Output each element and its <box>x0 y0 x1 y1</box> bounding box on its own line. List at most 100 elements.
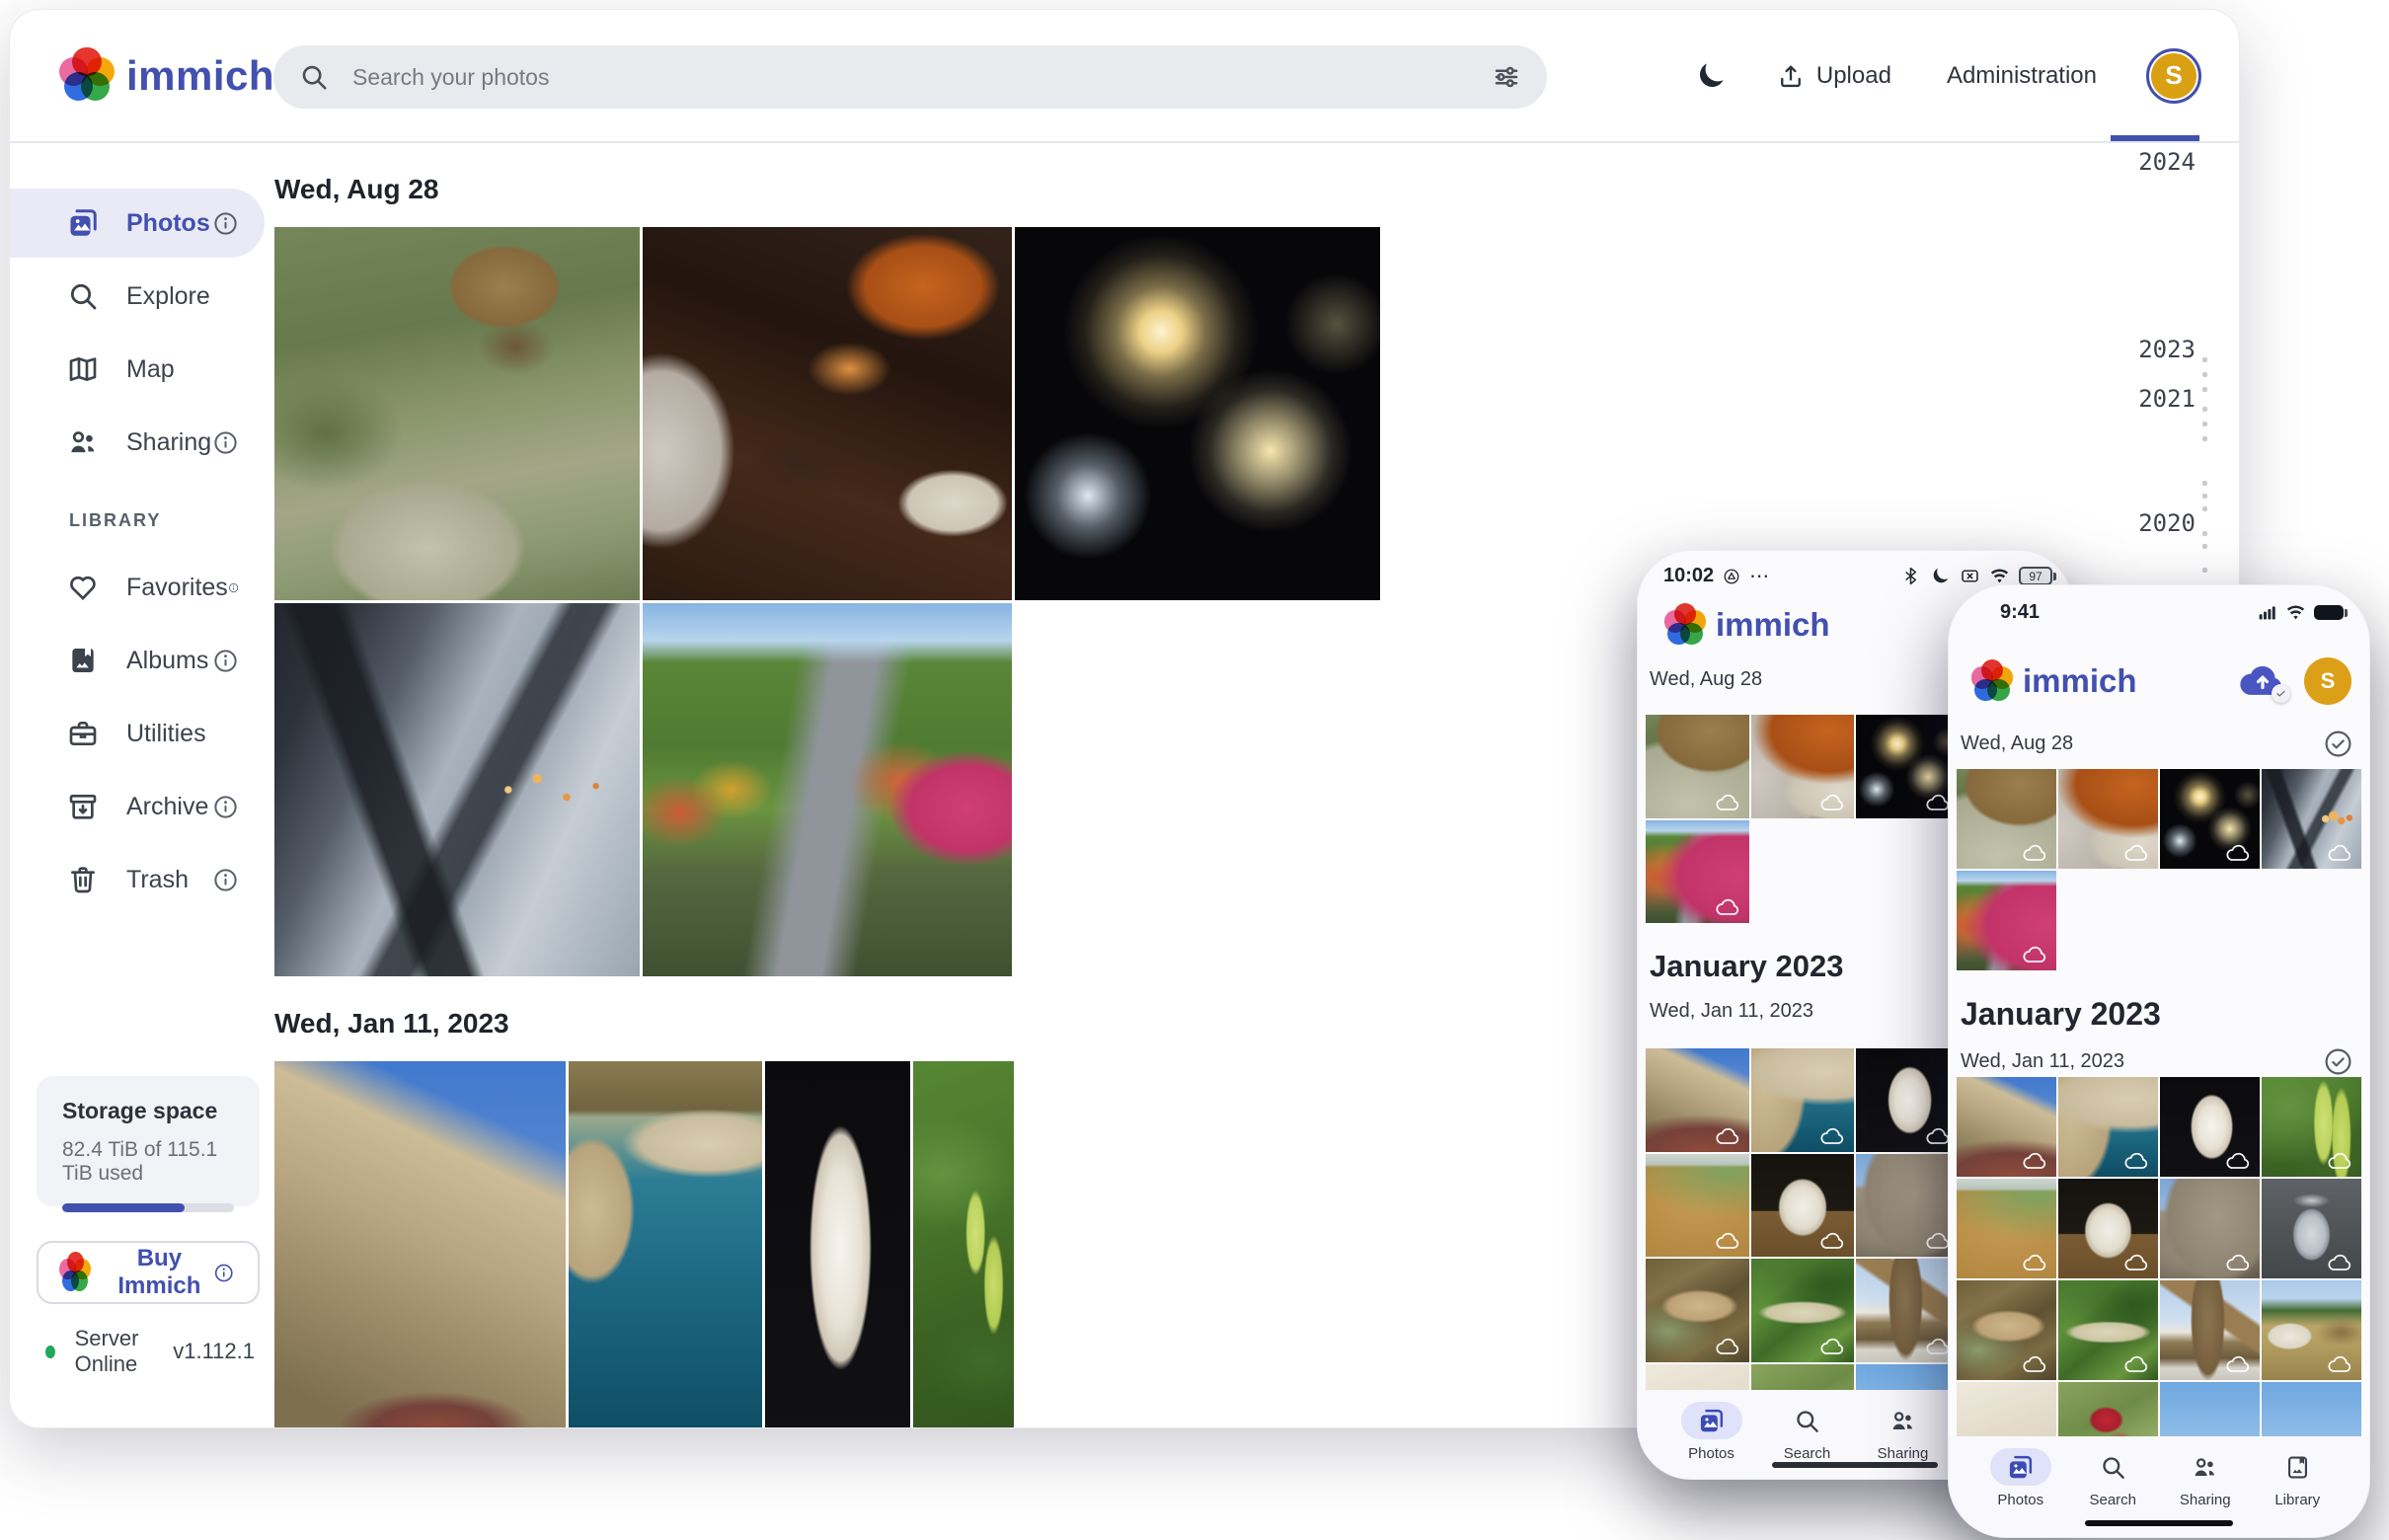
sidebar-item-trash[interactable]: Trash <box>10 845 265 914</box>
photo-sky[interactable] <box>2262 1382 2361 1440</box>
photo-bust[interactable] <box>765 1061 910 1427</box>
cloud-backup-icon <box>1819 1338 1846 1356</box>
sidebar-item-utilities[interactable]: Utilities <box>10 699 265 768</box>
scrubber-tick <box>2202 531 2207 536</box>
search-input[interactable]: Search your photos <box>273 45 1547 109</box>
photo-hands[interactable] <box>2262 769 2361 869</box>
select-all-check-icon[interactable] <box>2323 1046 2353 1077</box>
photo-ruins[interactable] <box>2160 1179 2260 1278</box>
photo-path[interactable] <box>643 603 1012 976</box>
photo-monkeys[interactable] <box>1646 715 1749 818</box>
tab-sharing[interactable]: Sharing <box>2175 1448 2236 1508</box>
priority-mode-icon <box>1723 568 1740 585</box>
photo-sculpture[interactable] <box>2058 1179 2158 1278</box>
administration-link[interactable]: Administration <box>1941 61 2103 91</box>
photo-fireworks[interactable] <box>2160 769 2260 869</box>
cell-signal-icon <box>2257 602 2277 623</box>
cloud-backup-icon <box>1819 1127 1846 1146</box>
buy-immich-button[interactable]: Buy Immich <box>37 1241 260 1304</box>
photo-trophy[interactable] <box>2262 1179 2361 1278</box>
photo-bay[interactable] <box>2058 1077 2158 1177</box>
photo-snake[interactable] <box>1751 1259 1855 1362</box>
photo-grid <box>1957 769 2361 970</box>
bluetooth-icon <box>1900 566 1921 586</box>
info-icon[interactable] <box>212 794 239 820</box>
library-tab-icon <box>2267 1448 2328 1486</box>
photo-lizard[interactable] <box>1957 1280 2056 1380</box>
photo-flowers[interactable] <box>2058 1382 2158 1440</box>
dark-mode-toggle-icon[interactable] <box>1694 59 1728 93</box>
info-icon[interactable] <box>212 867 239 893</box>
scrubber-tick <box>2202 544 2207 549</box>
photo-fortress[interactable] <box>1646 1048 1749 1152</box>
photo-dinner[interactable] <box>643 227 1012 600</box>
cloud-backup-icon <box>2225 844 2252 863</box>
tab-sharing[interactable]: Sharing <box>1873 1402 1934 1462</box>
photo-cliff[interactable] <box>1646 1154 1749 1258</box>
photo-cliff[interactable] <box>1957 1179 2056 1278</box>
info-icon[interactable] <box>212 210 239 237</box>
photo-monkeys[interactable] <box>1957 769 2056 869</box>
photo-snowy[interactable] <box>2160 1280 2260 1380</box>
tab-search[interactable]: Search <box>1777 1402 1838 1462</box>
photo-bay[interactable] <box>569 1061 762 1427</box>
photo-path[interactable] <box>1957 871 2056 970</box>
photo-pale[interactable] <box>1957 1382 2056 1440</box>
cloud-backup-icon <box>2123 1152 2150 1171</box>
cloud-backup-icon <box>2123 844 2150 863</box>
tab-search[interactable]: Search <box>2082 1448 2143 1508</box>
sidebar-heading: LIBRARY <box>69 510 276 531</box>
cloud-backup-icon <box>2022 844 2048 863</box>
tab-label: Search <box>2089 1492 2136 1508</box>
date-row: Wed, Jan 11, 2023 <box>1961 1046 2353 1077</box>
tab-library[interactable]: Library <box>2267 1448 2328 1508</box>
photo-hands[interactable] <box>274 603 640 976</box>
photo-fortress[interactable] <box>274 1061 566 1427</box>
photo-fortress[interactable] <box>1957 1077 2056 1177</box>
server-version: v1.112.1 <box>173 1339 255 1364</box>
photo-snowy[interactable] <box>1856 1259 1960 1362</box>
sidebar-item-photos[interactable]: Photos <box>10 189 265 258</box>
sidebar-item-archive[interactable]: Archive <box>10 772 265 841</box>
user-avatar[interactable]: S <box>2304 657 2351 705</box>
cloud-backup-icon <box>1925 1127 1952 1146</box>
photo-bust[interactable] <box>2160 1077 2260 1177</box>
photo-fireworks[interactable] <box>1856 715 1960 818</box>
info-icon[interactable] <box>212 648 239 674</box>
photo-berries[interactable] <box>2262 1077 2361 1177</box>
photo-path[interactable] <box>1646 820 1749 924</box>
sidebar-item-sharing[interactable]: Sharing <box>10 408 265 477</box>
photo-farm[interactable] <box>2262 1280 2361 1380</box>
select-all-check-icon[interactable] <box>2323 729 2353 759</box>
tab-photos[interactable]: Photos <box>1681 1402 1742 1462</box>
photo-bust[interactable] <box>1856 1048 1960 1152</box>
photo-monkeys[interactable] <box>274 227 640 600</box>
cloud-backup-icon <box>2225 1152 2252 1171</box>
photo-dinner[interactable] <box>1751 715 1855 818</box>
filter-sliders-icon[interactable] <box>1492 62 1521 92</box>
sidebar-item-map[interactable]: Map <box>10 335 265 404</box>
scrubber-tick <box>2202 568 2207 573</box>
tab-photos[interactable]: Photos <box>1990 1448 2051 1508</box>
storage-title: Storage space <box>62 1098 234 1124</box>
photo-sculpture[interactable] <box>1751 1154 1855 1258</box>
cloud-backup-icon <box>1715 1232 1741 1251</box>
photo-fireworks[interactable] <box>1015 227 1380 600</box>
sidebar-item-explore[interactable]: Explore <box>10 262 265 331</box>
photo-dinner[interactable] <box>2058 769 2158 869</box>
info-icon[interactable] <box>228 575 239 601</box>
photo-sky[interactable] <box>2160 1382 2260 1440</box>
cloud-sync-button[interactable] <box>2237 662 2288 700</box>
photo-ruins[interactable] <box>1856 1154 1960 1258</box>
photo-lizard[interactable] <box>1646 1259 1749 1362</box>
photo-berries[interactable] <box>913 1061 1014 1427</box>
immich-logo[interactable]: immich <box>61 50 274 102</box>
immich-wordmark: immich <box>2023 662 2137 700</box>
info-icon[interactable] <box>212 429 239 456</box>
photo-snake[interactable] <box>2058 1280 2158 1380</box>
sidebar-item-favorites[interactable]: Favorites <box>10 553 265 622</box>
storage-usage: 82.4 TiB of 115.1 TiB used <box>62 1138 234 1186</box>
upload-button[interactable]: Upload <box>1771 61 1897 91</box>
photo-bay[interactable] <box>1751 1048 1855 1152</box>
sidebar-item-albums[interactable]: Albums <box>10 626 265 695</box>
